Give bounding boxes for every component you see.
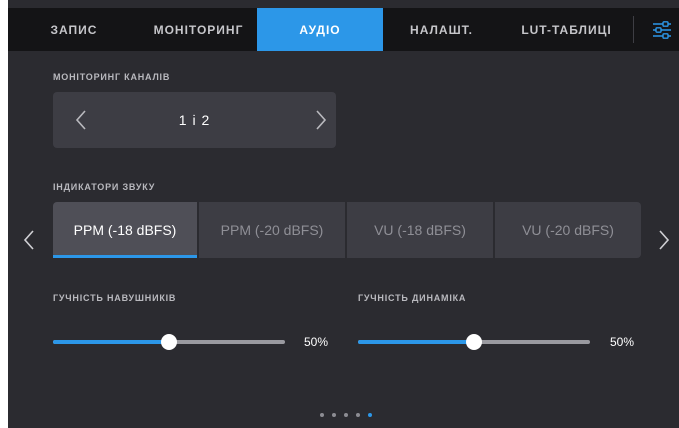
chevron-left-icon — [23, 230, 34, 250]
tab-record[interactable]: ЗАПИС — [8, 8, 140, 51]
tab-divider — [633, 16, 634, 43]
slider-fill — [358, 340, 474, 344]
meter-option-vu-20[interactable]: VU (-20 dBFS) — [495, 202, 641, 258]
slider-knob[interactable] — [466, 334, 482, 350]
headphone-volume-slider[interactable] — [53, 332, 285, 352]
speaker-volume-slider[interactable] — [358, 332, 590, 352]
meter-option-label: VU (-20 dBFS) — [522, 222, 614, 238]
meter-option-label: PPM (-20 dBFS) — [220, 222, 324, 238]
headphone-volume-label: ГУЧНІСТЬ НАВУШНИКІВ — [53, 293, 177, 303]
channel-monitoring-label: МОНІТОРИНГ КАНАЛІВ — [53, 72, 171, 82]
channel-prev-button[interactable] — [67, 106, 95, 134]
audio-meters-label: ІНДИКАТОРИ ЗВУКУ — [53, 182, 156, 192]
meter-option-vu-18[interactable]: VU (-18 dBFS) — [347, 202, 493, 258]
audio-settings-screen: ЗАПИС МОНІТОРИНГ АУДІО НАЛАШТ. LUT-ТАБЛИ… — [8, 0, 679, 428]
channel-next-button[interactable] — [307, 106, 335, 134]
channel-selector: 1 і 2 — [53, 92, 336, 148]
selected-indicator — [53, 255, 197, 258]
speaker-volume-value: 50% — [610, 335, 635, 349]
meter-option-label: PPM (-18 dBFS) — [73, 222, 177, 238]
chevron-left-icon — [75, 110, 86, 130]
meter-option-ppm-20[interactable]: PPM (-20 dBFS) — [199, 202, 345, 258]
page-dot[interactable] — [356, 413, 360, 417]
sliders-icon — [652, 20, 671, 39]
tab-audio[interactable]: АУДІО — [257, 8, 383, 51]
meters-next-button[interactable] — [653, 226, 675, 254]
page-dot[interactable] — [368, 413, 372, 417]
speaker-volume-label: ГУЧНІСТЬ ДИНАМІКА — [358, 293, 467, 303]
tab-bar: ЗАПИС МОНІТОРИНГ АУДІО НАЛАШТ. LUT-ТАБЛИ… — [8, 8, 679, 51]
tab-setup[interactable]: НАЛАШТ. — [383, 8, 500, 51]
slider-knob[interactable] — [161, 334, 177, 350]
slider-fill — [53, 340, 169, 344]
meter-option-ppm-18[interactable]: PPM (-18 dBFS) — [53, 202, 197, 258]
meters-prev-button[interactable] — [18, 226, 40, 254]
page-dot[interactable] — [320, 413, 324, 417]
tab-monitoring[interactable]: МОНІТОРИНГ — [140, 8, 257, 51]
headphone-volume-value: 50% — [304, 335, 329, 349]
tab-luts[interactable]: LUT-ТАБЛИЦІ — [500, 8, 633, 51]
meter-option-label: VU (-18 dBFS) — [374, 222, 466, 238]
page-dot[interactable] — [344, 413, 348, 417]
settings-button[interactable] — [644, 8, 679, 51]
channel-value: 1 і 2 — [178, 112, 211, 128]
chevron-right-icon — [659, 230, 670, 250]
page-dot[interactable] — [332, 413, 336, 417]
chevron-right-icon — [316, 110, 327, 130]
